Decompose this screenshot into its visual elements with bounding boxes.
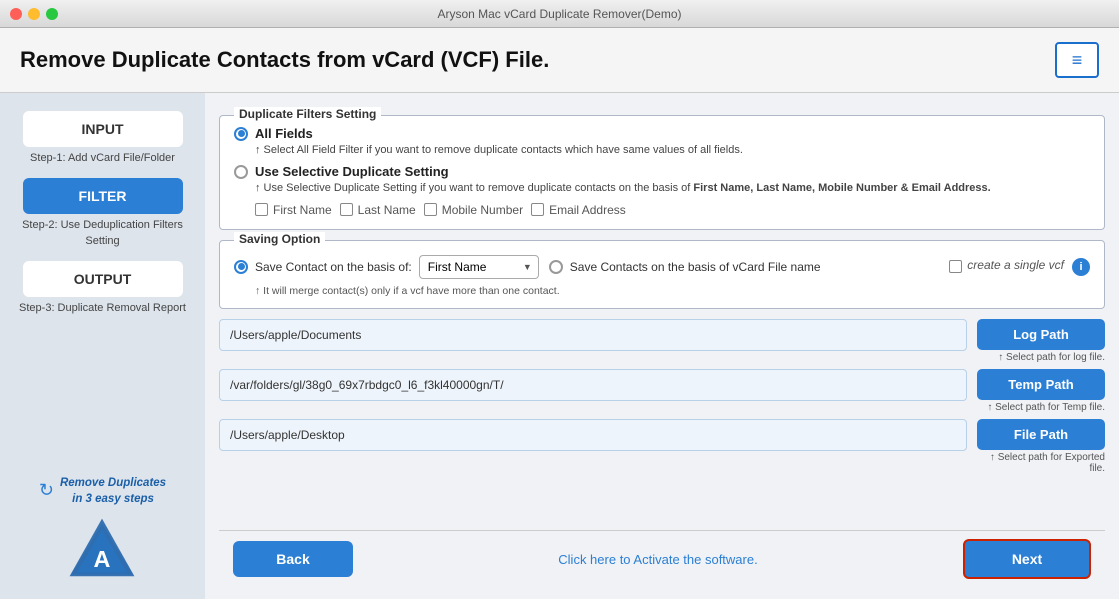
vcf-checkbox[interactable] [949,260,962,273]
window-controls[interactable] [10,8,58,20]
filters-legend: Duplicate Filters Setting [234,107,381,121]
info-icon[interactable]: i [1072,258,1090,276]
file-path-button[interactable]: File Path [977,419,1105,450]
next-button[interactable]: Next [963,539,1091,579]
temp-path-button[interactable]: Temp Path [977,369,1105,400]
title-bar: Aryson Mac vCard Duplicate Remover(Demo) [0,0,1119,28]
saving-right: Save Contacts on the basis of vCard File… [549,260,821,274]
checkbox-last-name[interactable]: Last Name [340,203,416,217]
mobile-checkbox[interactable] [424,203,437,216]
checkbox-mobile[interactable]: Mobile Number [424,203,523,217]
save-basis-radio[interactable] [234,260,248,274]
sidebar-item-filter[interactable]: FILTER [23,178,183,214]
refresh-icon: ↻ [39,480,54,501]
save-basis-label: Save Contact on the basis of: [255,260,412,274]
filter-checkboxes: First Name Last Name Mobile Number Email… [255,203,1090,217]
temp-path-input[interactable] [219,369,967,401]
sidebar-input-desc: Step-1: Add vCard File/Folder [30,151,175,166]
sidebar-logo-area: ↻ Remove Duplicates in 3 easy steps A [39,475,166,587]
all-fields-desc: ↑ Select All Field Filter if you want to… [255,143,1090,158]
file-path-input[interactable] [219,419,967,451]
temp-path-input-wrap [219,369,967,413]
temp-path-desc: ↑ Select path for Temp file. [987,402,1105,413]
minimize-button[interactable] [28,8,40,20]
sidebar-filter-desc: Step-2: Use Deduplication Filters Settin… [12,218,193,249]
file-path-row: File Path ↑ Select path for Exported fil… [219,419,1105,474]
log-path-button[interactable]: Log Path [977,319,1105,350]
activate-link[interactable]: Click here to Activate the software. [558,552,757,567]
saving-left: Save Contact on the basis of: First Name… [234,255,539,279]
vcf-option: create a single vcf i [949,258,1090,276]
log-path-desc: ↑ Select path for log file. [998,352,1105,363]
bottom-bar: Back Click here to Activate the software… [219,530,1105,587]
saving-legend: Saving Option [234,232,325,246]
selective-label: Use Selective Duplicate Setting [255,164,449,179]
file-name-label: Save Contacts on the basis of vCard File… [570,260,821,274]
saving-options-row: Save Contact on the basis of: First Name… [234,255,1090,279]
window-title: Aryson Mac vCard Duplicate Remover(Demo) [437,7,681,21]
save-basis-select-wrapper[interactable]: First Name Last Name Mobile Number Email… [419,255,539,279]
all-fields-radio[interactable] [234,127,248,141]
sidebar-logo-text: Remove Duplicates in 3 easy steps [60,475,166,507]
menu-icon: ≡ [1072,50,1083,71]
paths-section: Log Path ↑ Select path for log file. Tem… [219,319,1105,520]
close-button[interactable] [10,8,22,20]
log-path-input[interactable] [219,319,967,351]
email-checkbox[interactable] [531,203,544,216]
app-logo: A [66,515,138,587]
app-header: Remove Duplicate Contacts from vCard (VC… [0,28,1119,93]
last-name-checkbox[interactable] [340,203,353,216]
maximize-button[interactable] [46,8,58,20]
sidebar: INPUT Step-1: Add vCard File/Folder FILT… [0,93,205,599]
app-title: Remove Duplicate Contacts from vCard (VC… [20,47,549,73]
sidebar-item-output[interactable]: OUTPUT [23,261,183,297]
selective-desc: ↑ Use Selective Duplicate Setting if you… [255,181,1090,196]
file-path-desc: ↑ Select path for Exported file. [977,452,1105,474]
selective-radio[interactable] [234,165,248,179]
filters-panel: Duplicate Filters Setting All Fields ↑ S… [219,115,1105,230]
vcf-sub-text: ↑ It will merge contact(s) only if a vcf… [255,285,560,297]
all-fields-row[interactable]: All Fields [234,126,1090,141]
temp-path-btn-wrap: Temp Path ↑ Select path for Temp file. [977,369,1105,413]
checkbox-email[interactable]: Email Address [531,203,626,217]
temp-path-row: Temp Path ↑ Select path for Temp file. [219,369,1105,413]
log-path-btn-wrap: Log Path ↑ Select path for log file. [977,319,1105,363]
log-path-input-wrap [219,319,967,363]
all-fields-label: All Fields [255,126,313,141]
checkbox-first-name[interactable]: First Name [255,203,332,217]
file-path-input-wrap [219,419,967,474]
back-button[interactable]: Back [233,541,353,577]
first-name-checkbox[interactable] [255,203,268,216]
save-basis-select[interactable]: First Name Last Name Mobile Number Email… [419,255,539,279]
file-path-btn-wrap: File Path ↑ Select path for Exported fil… [977,419,1105,474]
sidebar-item-input[interactable]: INPUT [23,111,183,147]
menu-button[interactable]: ≡ [1055,42,1099,78]
saving-panel: Saving Option Save Contact on the basis … [219,240,1105,310]
svg-text:A: A [94,546,111,572]
sidebar-output-desc: Step-3: Duplicate Removal Report [19,301,186,316]
main-content: Duplicate Filters Setting All Fields ↑ S… [205,93,1119,599]
vcf-label: create a single vcf [967,258,1064,272]
log-path-row: Log Path ↑ Select path for log file. [219,319,1105,363]
file-name-radio[interactable] [549,260,563,274]
selective-row[interactable]: Use Selective Duplicate Setting [234,164,1090,179]
vcf-checkbox-area: create a single vcf [949,258,1064,273]
